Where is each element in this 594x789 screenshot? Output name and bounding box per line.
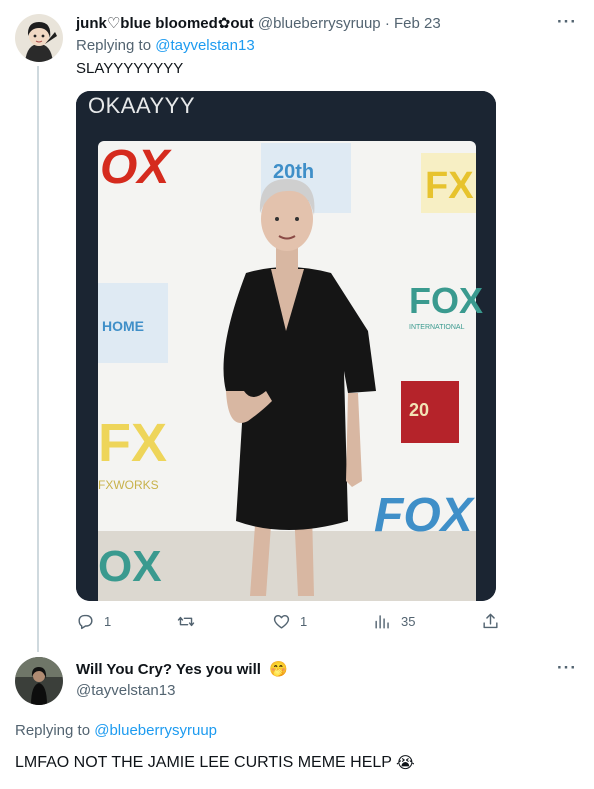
crying-emoji: 😭: [395, 755, 415, 772]
like-icon: [272, 612, 300, 631]
svg-text:FOX: FOX: [409, 280, 483, 321]
media-photo: OX 20th HOME FX HOME FOX INTERNATIONAL: [76, 91, 496, 601]
like-button[interactable]: 1: [272, 612, 307, 631]
separator-dot: ·: [384, 15, 390, 32]
tweet-original[interactable]: junk♡blue bloomed✿out @blueberrysyruup ·…: [0, 0, 594, 652]
retweet-icon: [176, 612, 205, 631]
reply-icon: [76, 612, 104, 631]
thread-line: [37, 66, 39, 652]
tweet-actions: 1 1 35: [76, 612, 500, 640]
display-name[interactable]: junk♡blue bloomed✿out: [76, 15, 254, 32]
media-caption: OKAAYYY: [88, 93, 196, 118]
svg-text:OX: OX: [100, 141, 172, 194]
avatar[interactable]: [15, 657, 63, 705]
tweet-text-body: LMFAO NOT THE JAMIE LEE CURTIS MEME HELP: [15, 754, 392, 771]
svg-text:HOME: HOME: [102, 318, 144, 334]
display-name[interactable]: Will You Cry? Yes you will: [76, 661, 261, 678]
tweet-media[interactable]: OX 20th HOME FX HOME FOX INTERNATIONAL: [76, 91, 496, 601]
replying-to: Replying to @tayvelstan13: [76, 37, 255, 54]
svg-text:FX: FX: [425, 165, 474, 207]
replying-prefix: Replying to: [76, 37, 152, 54]
views-count: 35: [401, 614, 416, 629]
views-button[interactable]: 35: [373, 612, 415, 631]
svg-text:INTERNATIONAL: INTERNATIONAL: [409, 324, 465, 331]
reply-button[interactable]: 1: [76, 612, 111, 631]
replying-to-link[interactable]: @blueberrysyruup: [94, 722, 217, 739]
more-icon[interactable]: ···: [557, 658, 577, 678]
tweet-text: SLAYYYYYYYY: [76, 60, 184, 77]
hand-over-mouth-emoji: 🤭: [269, 661, 288, 678]
svg-text:FXWORKS: FXWORKS: [98, 478, 159, 492]
tweet-header: junk♡blue bloomed✿out @blueberrysyruup ·…: [76, 14, 441, 32]
replying-to-link[interactable]: @tayvelstan13: [155, 37, 254, 54]
tweet-reply-header: Will You Cry? Yes you will 🤭: [76, 660, 288, 678]
share-button[interactable]: [481, 612, 509, 631]
like-count: 1: [300, 614, 308, 629]
views-icon: [373, 612, 401, 631]
tweet-date[interactable]: Feb 23: [394, 15, 441, 32]
replying-prefix: Replying to: [15, 722, 91, 739]
svg-text:OX: OX: [98, 542, 162, 591]
share-icon: [481, 612, 509, 631]
user-handle[interactable]: @blueberrysyruup: [258, 15, 381, 32]
svg-text:FX: FX: [98, 413, 167, 473]
replying-to: Replying to @blueberrysyruup: [15, 722, 217, 739]
svg-text:20: 20: [409, 400, 429, 420]
tweet-text: LMFAO NOT THE JAMIE LEE CURTIS MEME HELP…: [15, 753, 415, 773]
user-handle[interactable]: @tayvelstan13: [76, 682, 175, 699]
more-icon[interactable]: ···: [557, 12, 577, 32]
avatar[interactable]: [15, 14, 63, 62]
retweet-button[interactable]: [176, 612, 205, 631]
svg-text:FOX: FOX: [374, 489, 476, 542]
reply-count: 1: [104, 614, 112, 629]
